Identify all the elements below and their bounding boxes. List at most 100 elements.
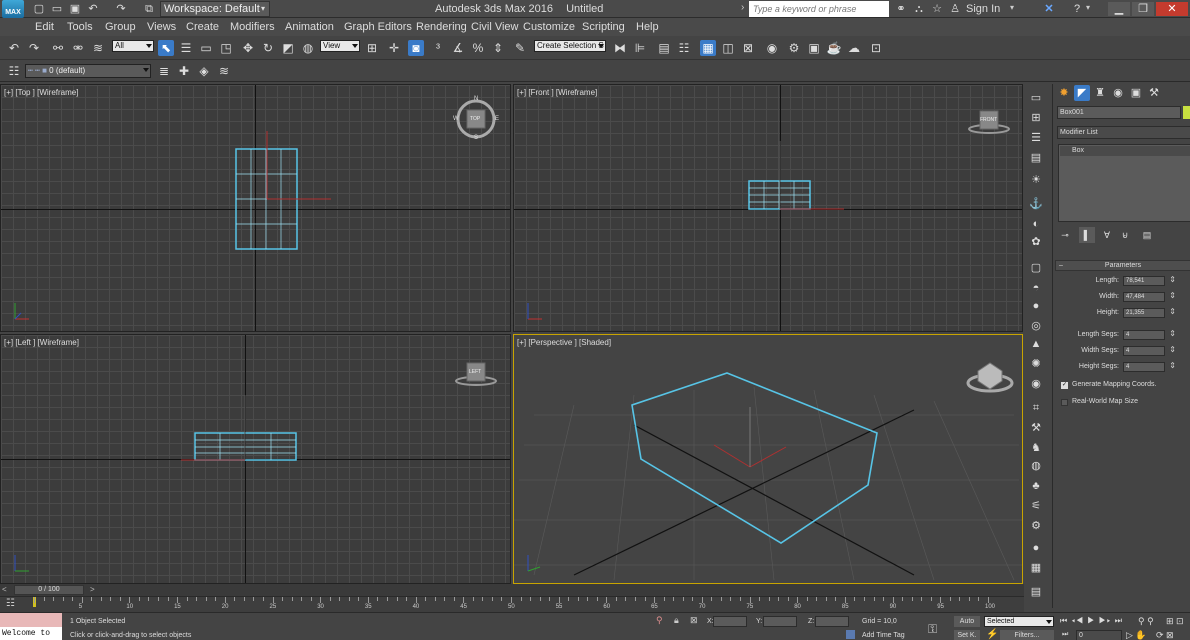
selection-lock-icon[interactable]: 🔒︎ [674, 615, 679, 626]
generate-mapping-checkbox[interactable]: ✓ [1061, 382, 1068, 389]
menu-animation[interactable]: Animation [285, 21, 334, 33]
workspace-dropdown-arrow-icon[interactable]: ▾ [261, 1, 271, 17]
unlink-selection-icon[interactable]: ⚮ [70, 40, 86, 56]
new-file-icon[interactable]: ▢ [32, 2, 46, 16]
material-editor-icon[interactable]: ◉ [764, 40, 780, 56]
hierarchy-tab-icon[interactable]: ♜ [1092, 85, 1108, 101]
search-arrow-icon[interactable]: › [741, 2, 744, 13]
globe-icon[interactable]: ◍ [1028, 458, 1044, 474]
absolute-mode-icon[interactable]: ⊠ [690, 615, 698, 626]
parameters-rollout-header[interactable]: – Parameters [1055, 260, 1190, 271]
save-icon[interactable]: ▣ [68, 2, 82, 16]
align-icon[interactable]: ⊫ [632, 40, 648, 56]
layer-manager-icon[interactable]: ☷ [6, 63, 22, 79]
time-tag-icon[interactable] [846, 630, 855, 639]
mirror-icon[interactable]: ⧓ [612, 40, 628, 56]
z-coord-field[interactable] [815, 616, 849, 627]
set-key-button[interactable]: Set K. [954, 630, 980, 640]
height-spinner[interactable]: 21,355 [1123, 308, 1176, 318]
project-folder-icon[interactable]: ⧉ [142, 2, 156, 16]
a360-gallery-icon[interactable]: ⊡ [868, 40, 884, 56]
modifier-stack-item-box[interactable]: Box [1060, 146, 1190, 156]
select-and-link-icon[interactable]: ⚯ [50, 40, 66, 56]
modify-tab-icon[interactable]: ◤ [1074, 85, 1090, 101]
list-layout-icon[interactable]: ☰ [1028, 130, 1044, 146]
help-icon[interactable]: ? [1070, 2, 1084, 16]
auto-key-button[interactable]: Auto [954, 616, 980, 627]
orbit-icon[interactable]: ⟳ ⊠ [1156, 630, 1174, 640]
utilities-icon[interactable]: ▤ [1028, 584, 1044, 600]
panel-layout-icon[interactable]: ▤ [1028, 150, 1044, 166]
modifier-list-dropdown[interactable]: Modifier List [1057, 126, 1190, 139]
layer-explorer-icon[interactable]: ☷ [676, 40, 692, 56]
time-slider-next-icon[interactable]: > [90, 585, 95, 594]
render-setup-icon[interactable]: ⚙ [786, 40, 802, 56]
menu-group[interactable]: Group [105, 21, 136, 33]
box-primitive-icon[interactable]: ▢ [1028, 260, 1044, 276]
rendered-frame-window-icon[interactable]: ▣ [806, 40, 822, 56]
menu-tools[interactable]: Tools [67, 21, 93, 33]
toggle-scene-explorer-icon[interactable]: ▤ [656, 40, 672, 56]
time-slider-prev-icon[interactable]: < [2, 585, 7, 594]
schematic-view-icon[interactable]: ⊠ [740, 40, 756, 56]
length-spinner[interactable]: 78,541 [1123, 276, 1176, 286]
configure-modifier-sets-icon[interactable]: ▤ [1139, 227, 1155, 243]
edit-named-selection-icon[interactable]: ✎ [512, 40, 528, 56]
curve-editor-icon[interactable]: ◫ [720, 40, 736, 56]
help-dropdown-icon[interactable]: ▾ [1086, 3, 1090, 12]
show-end-result-icon[interactable]: ▌ [1079, 227, 1095, 243]
x-coord-field[interactable] [713, 616, 747, 627]
close-button[interactable]: ✕ [1156, 2, 1188, 16]
user-icon[interactable]: ♙ [948, 2, 962, 16]
four-viewport-icon[interactable]: ⊞ [1028, 110, 1044, 126]
pin-stack-icon[interactable]: ⊸ [1057, 227, 1073, 243]
reference-coordinate-dropdown[interactable]: View [320, 40, 360, 52]
mini-curve-editor-icon[interactable]: ☷ [6, 598, 15, 609]
select-and-manipulate-icon[interactable]: ✛ [386, 40, 402, 56]
viewcube-front-face[interactable]: FRONT [980, 117, 997, 123]
sphere-primitive-icon[interactable]: ● [1028, 298, 1044, 314]
toggle-ribbon-icon[interactable]: ▦ [700, 40, 716, 56]
sign-in-link[interactable]: Sign In [966, 3, 1000, 15]
window-crossing-icon[interactable]: ◳ [218, 40, 234, 56]
select-and-place-icon[interactable]: ◍ [300, 40, 316, 56]
select-and-scale-icon[interactable]: ◩ [280, 40, 296, 56]
current-frame-field[interactable]: 0 [1076, 630, 1122, 640]
select-object-icon[interactable]: ⬉ [158, 40, 174, 56]
door-icon[interactable]: ⚙ [1028, 518, 1044, 534]
minimize-button[interactable]: ▁ [1108, 2, 1130, 16]
viewport-layout-icon[interactable]: ▭ [1028, 90, 1044, 106]
stairs-icon[interactable]: ⚟ [1028, 498, 1044, 514]
current-layer-dropdown[interactable]: ┅ ┅ ■ 0 (default) [25, 64, 151, 78]
cone-primitive-icon[interactable]: ◓ [1028, 280, 1044, 296]
select-by-name-icon[interactable]: ☰ [178, 40, 194, 56]
named-selection-set-dropdown[interactable]: Create Selection S [534, 40, 606, 52]
sign-in-dropdown-icon[interactable]: ▾ [1010, 3, 1014, 12]
snaps-toggle-icon[interactable]: ³ [430, 40, 446, 56]
spinner-snap-icon[interactable]: ⇕ [490, 40, 506, 56]
render-sphere-icon[interactable]: ● [1028, 540, 1044, 556]
pyramid-primitive-icon[interactable]: ▲ [1028, 336, 1044, 352]
y-coord-field[interactable] [763, 616, 797, 627]
display-tab-icon[interactable]: ▣ [1128, 85, 1144, 101]
undo-icon[interactable]: ↶ [86, 2, 100, 16]
use-pivot-center-icon[interactable]: ⊞ [364, 40, 380, 56]
menu-graph-editors[interactable]: Graph Editors [344, 21, 412, 33]
keyboard-shortcut-override-icon[interactable]: ◙ [408, 40, 424, 56]
menu-scripting[interactable]: Scripting [582, 21, 625, 33]
viewport-left[interactable]: [+] [Left ] [Wireframe] LEFT [0, 334, 511, 584]
open-file-icon[interactable]: ▭ [50, 2, 64, 16]
redo-icon[interactable]: ↷ [114, 2, 128, 16]
menu-customize[interactable]: Customize [523, 21, 575, 33]
viewcube-left-face[interactable]: LEFT [469, 369, 481, 375]
make-unique-icon[interactable]: ∀ [1099, 227, 1115, 243]
key-mode-icon[interactable]: ⏭ [1062, 631, 1068, 639]
bind-space-warp-icon[interactable]: ≋ [90, 40, 106, 56]
binoculars-icon[interactable]: ⚭ [894, 2, 908, 16]
menu-modifiers[interactable]: Modifiers [230, 21, 275, 33]
modifier-stack[interactable]: Box [1058, 144, 1190, 222]
menu-help[interactable]: Help [636, 21, 659, 33]
maximize-button[interactable]: ❐ [1132, 2, 1154, 16]
tube-primitive-icon[interactable]: ◉ [1028, 376, 1044, 392]
track-bar[interactable]: ☷ 5 10 15 20 25 30 35 40 45 50 55 60 65 70 75 80 85 90 95 1… [0, 596, 1024, 612]
